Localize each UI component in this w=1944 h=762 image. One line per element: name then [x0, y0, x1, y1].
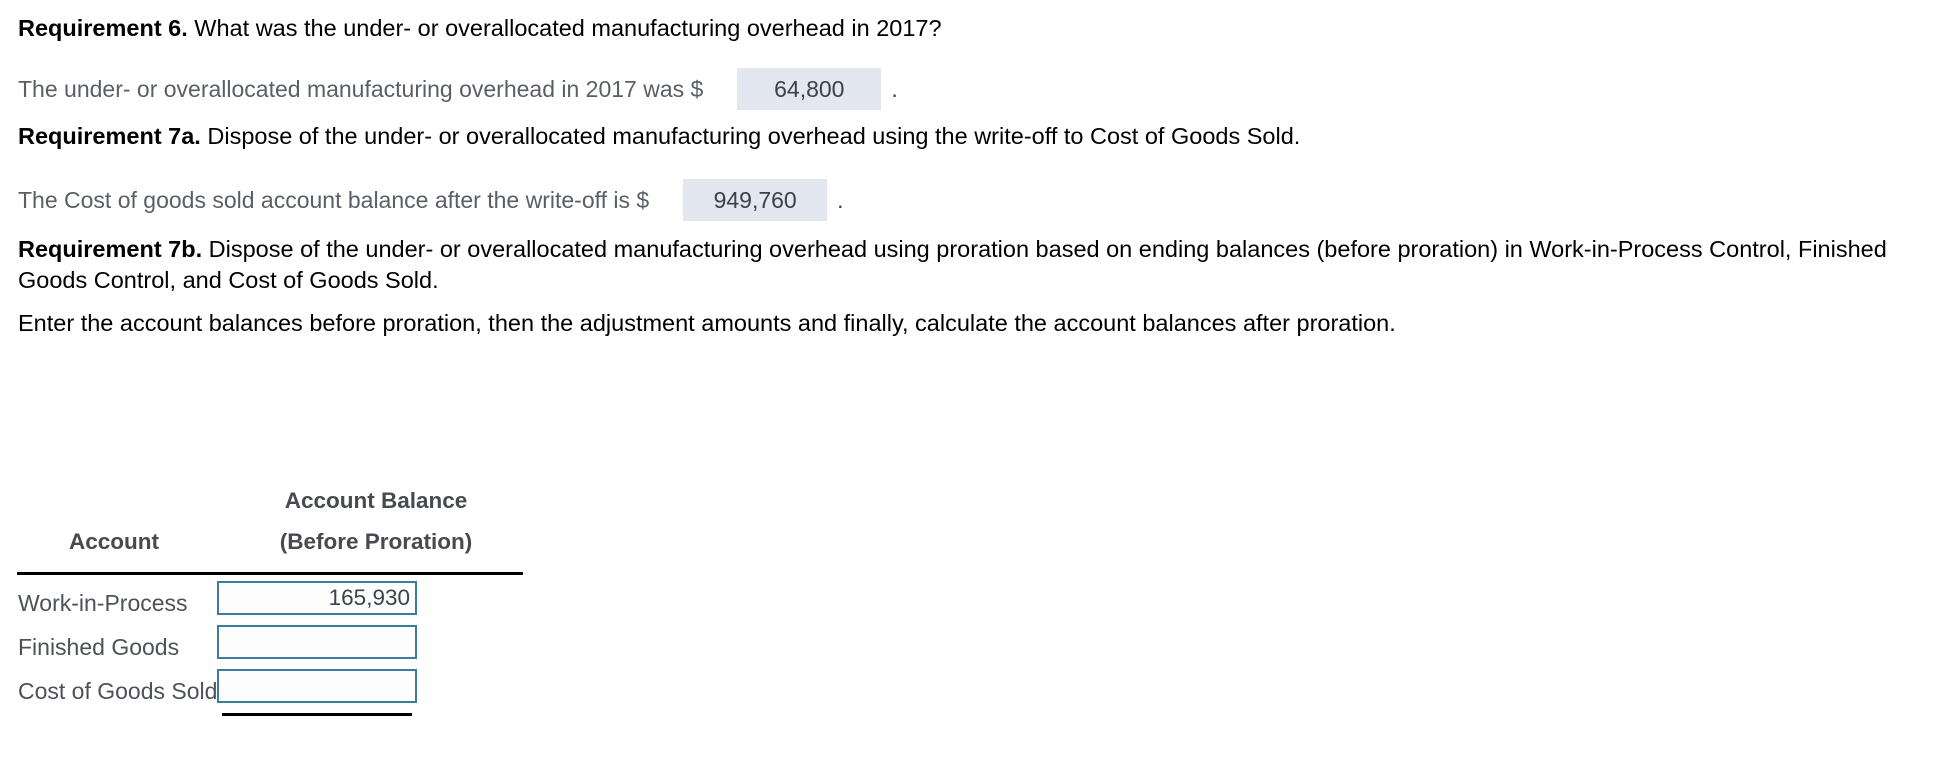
subtotal-rule — [222, 713, 412, 716]
requirement-6-text: What was the under- or overallocated man… — [187, 15, 942, 41]
worksheet-page: Requirement 6. What was the under- or ov… — [0, 0, 1944, 762]
row-label-cost-of-goods-sold: Cost of Goods Sold — [18, 678, 218, 704]
column-header-account-balance-line1: Account Balance — [284, 488, 468, 513]
balance-input-cost-of-goods-sold[interactable] — [217, 669, 417, 703]
requirement-6-answer-value[interactable]: 64,800 — [737, 68, 882, 110]
column-header-account-balance-line2: (Before Proration) — [279, 529, 473, 554]
requirement-7a-answer-period: . — [837, 187, 844, 213]
requirement-7a-answer-value[interactable]: 949,760 — [683, 179, 828, 221]
table-header: Account Balance Account (Before Proratio… — [0, 488, 560, 575]
requirement-7b-text: Dispose of the under- or overallocated m… — [18, 236, 1887, 293]
requirement-7a-answer-row: The Cost of goods sold account balance a… — [18, 179, 844, 221]
balance-input-work-in-process[interactable] — [217, 581, 417, 615]
requirement-6-answer-period: . — [891, 76, 898, 102]
requirement-7b-label: Requirement 7b. — [18, 236, 203, 262]
requirement-7a-answer-prompt: The Cost of goods sold account balance a… — [18, 187, 650, 213]
table-header-divider — [17, 572, 523, 575]
requirement-6-answer-prompt: The under- or overallocated manufacturin… — [18, 76, 704, 102]
proration-instruction: Enter the account balances before prorat… — [18, 310, 1396, 336]
row-label-finished-goods: Finished Goods — [18, 634, 180, 660]
requirement-7a-label: Requirement 7a. — [18, 123, 201, 149]
account-balance-table: Account Balance Account (Before Proratio… — [0, 488, 560, 704]
requirement-6-answer-row: The under- or overallocated manufacturin… — [18, 68, 898, 110]
requirement-7a-heading: Requirement 7a. Dispose of the under- or… — [18, 121, 1300, 152]
requirement-7b-heading: Requirement 7b. Dispose of the under- or… — [18, 234, 1926, 296]
requirement-6-label: Requirement 6. — [18, 15, 188, 41]
column-header-account: Account — [69, 529, 159, 554]
balance-input-finished-goods[interactable] — [217, 625, 417, 659]
row-label-work-in-process: Work-in-Process — [18, 590, 188, 616]
requirement-6-heading: Requirement 6. What was the under- or ov… — [18, 13, 942, 44]
requirement-7a-text: Dispose of the under- or overallocated m… — [200, 123, 1301, 149]
